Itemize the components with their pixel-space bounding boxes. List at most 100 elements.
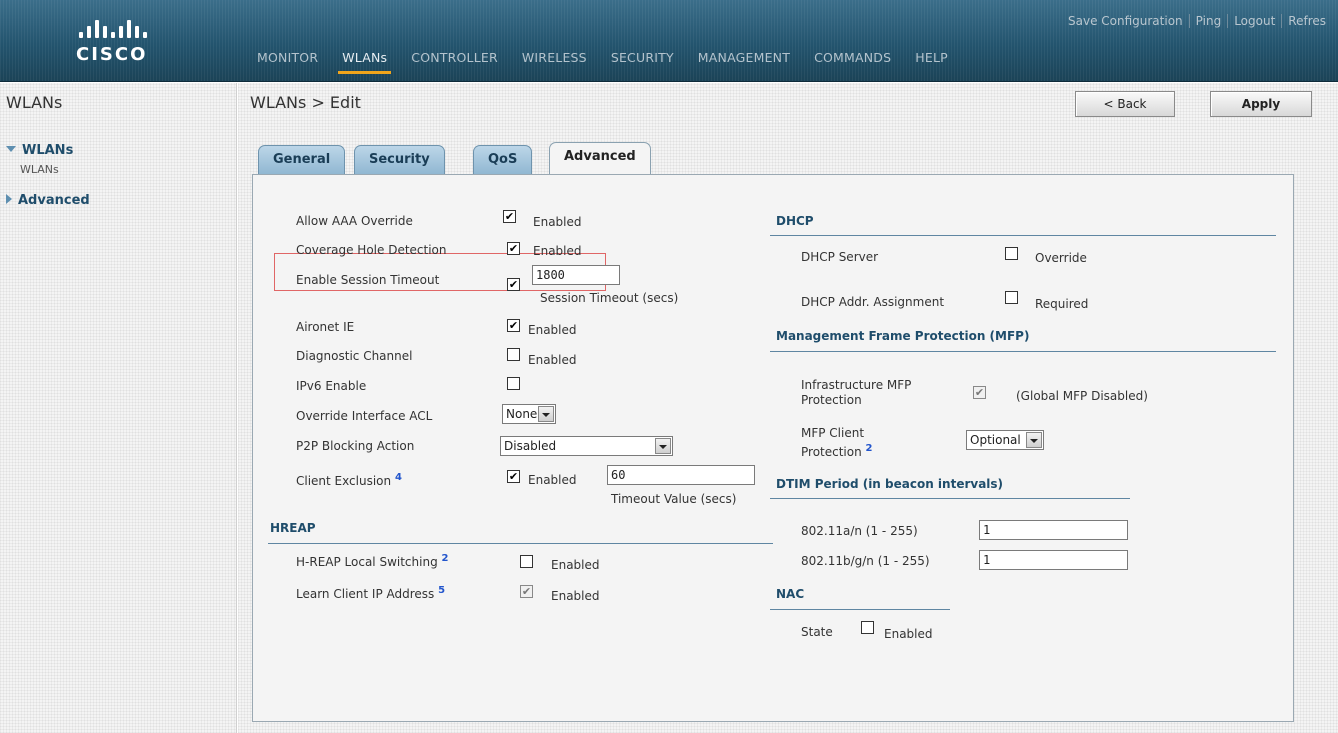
top-header: CISCO Save Configuration Ping Logout Ref… [0,0,1338,82]
mfp-client-label: MFP Client Protection 2 [801,426,873,460]
top-links: Save Configuration Ping Logout Refres [1062,14,1332,28]
client-exclusion-checkbox[interactable]: ✔ [507,470,520,483]
dhcp-addr-assignment-text: Required [1035,297,1089,311]
coverage-hole-label: Coverage Hole Detection [296,243,447,257]
session-timeout-input[interactable]: 1800 [532,265,620,285]
dtim-section-title: DTIM Period (in beacon intervals) [776,477,1004,491]
hreap-local-switching-checkbox[interactable] [520,555,533,568]
page-title: WLANs > Edit [250,93,361,112]
sidebar-group-wlans[interactable]: WLANs [6,143,73,158]
tab-security[interactable]: Security [354,145,445,175]
help-link[interactable]: 4 [395,472,402,483]
sidebar-group-label: WLANs [22,143,74,158]
allow-aaa-override-label: Allow AAA Override [296,214,413,228]
main-nav: MONITOR WLANs CONTROLLER WIRELESS SECURI… [245,46,960,74]
dhcp-server-checkbox[interactable] [1005,247,1018,260]
dhcp-addr-assignment-label: DHCP Addr. Assignment [801,295,945,309]
main-content: WLANs > Edit < Back Apply General Securi… [238,83,1338,733]
override-acl-select[interactable]: None [502,404,556,424]
apply-button[interactable]: Apply [1210,91,1312,117]
nac-section-title: NAC [776,587,805,601]
hreap-local-switching-label-text: H-REAP Local Switching [296,555,438,569]
dhcp-rule [770,235,1276,236]
nac-rule [770,609,950,610]
sidebar-group-advanced[interactable]: Advanced [6,193,90,208]
infra-mfp-checkbox: ✔ [973,386,986,399]
save-configuration-link[interactable]: Save Configuration [1062,14,1189,28]
dhcp-server-text: Override [1035,251,1087,265]
collapsed-triangle-icon [6,194,12,204]
tab-advanced[interactable]: Advanced [549,142,651,175]
override-acl-label: Override Interface ACL [296,409,433,423]
hreap-rule [268,543,773,544]
p2p-blocking-value: Disabled [504,439,557,453]
aironet-ie-label: Aironet IE [296,320,355,334]
diagnostic-channel-label: Diagnostic Channel [296,349,413,363]
logo-text: CISCO [76,44,148,65]
sidebar-item-wlans[interactable]: WLANs [20,163,59,176]
nav-help[interactable]: HELP [903,46,960,74]
nav-controller[interactable]: CONTROLLER [399,46,510,74]
mfp-rule [770,351,1276,352]
aironet-ie-checkbox[interactable]: ✔ [507,319,520,332]
nac-state-label: State [801,625,833,639]
mfp-client-value: Optional [970,433,1021,447]
infra-mfp-label-line2: Protection [801,393,862,407]
ipv6-enable-checkbox[interactable] [507,377,520,390]
coverage-hole-checkbox[interactable]: ✔ [507,242,520,255]
mfp-client-label-line1: MFP Client [801,426,865,440]
coverage-hole-text: Enabled [533,244,582,258]
hreap-local-switching-text: Enabled [551,558,600,572]
nav-wireless[interactable]: WIRELESS [510,46,599,74]
expanded-triangle-icon [6,146,16,152]
p2p-blocking-select[interactable]: Disabled [500,436,673,456]
infra-mfp-note: (Global MFP Disabled) [1016,389,1148,403]
nav-management[interactable]: MANAGEMENT [686,46,802,74]
learn-client-ip-label: Learn Client IP Address 5 [296,585,445,601]
session-timeout-checkbox[interactable]: ✔ [507,278,520,291]
allow-aaa-override-checkbox[interactable]: ✔ [503,210,516,223]
dtim-a-input[interactable]: 1 [979,520,1128,540]
hreap-local-switching-label: H-REAP Local Switching 2 [296,553,448,569]
logout-link[interactable]: Logout [1227,14,1281,28]
nav-monitor[interactable]: MONITOR [245,46,330,74]
refresh-link[interactable]: Refres [1281,14,1332,28]
p2p-blocking-label: P2P Blocking Action [296,439,415,453]
client-exclusion-label: Client Exclusion 4 [296,472,402,488]
sidebar-group-label: Advanced [18,193,90,208]
nav-wlans[interactable]: WLANs [330,46,399,74]
aironet-ie-text: Enabled [528,323,577,337]
learn-client-ip-label-text: Learn Client IP Address [296,587,435,601]
allow-aaa-override-text: Enabled [533,215,582,229]
mfp-client-select[interactable]: Optional [966,430,1044,450]
dtim-b-input[interactable]: 1 [979,550,1128,570]
client-exclusion-label-text: Client Exclusion [296,474,392,488]
nav-security[interactable]: SECURITY [599,46,686,74]
ping-link[interactable]: Ping [1188,14,1228,28]
dropdown-arrow-icon [1026,432,1042,448]
tab-general[interactable]: General [258,145,346,175]
dropdown-arrow-icon [655,438,671,454]
help-link[interactable]: 2 [442,553,449,564]
dtim-a-label: 802.11a/n (1 - 255) [801,524,918,538]
help-link[interactable]: 2 [866,443,873,454]
client-exclusion-caption: Timeout Value (secs) [611,492,737,506]
nac-state-text: Enabled [884,627,933,641]
client-exclusion-text: Enabled [528,473,577,487]
infra-mfp-label-line1: Infrastructure MFP [801,378,912,392]
learn-client-ip-text: Enabled [551,589,600,603]
diagnostic-channel-text: Enabled [528,353,577,367]
client-exclusion-timeout-input[interactable]: 60 [607,465,755,485]
cisco-logo: CISCO [76,18,166,65]
session-timeout-caption: Session Timeout (secs) [540,291,679,305]
back-button[interactable]: < Back [1075,91,1175,117]
nac-state-checkbox[interactable] [861,621,874,634]
infra-mfp-label: Infrastructure MFP Protection [801,378,911,408]
dhcp-addr-assignment-checkbox[interactable] [1005,291,1018,304]
hreap-section-title: HREAP [270,521,316,535]
help-link[interactable]: 5 [438,585,445,596]
nav-commands[interactable]: COMMANDS [802,46,903,74]
tab-qos[interactable]: QoS [473,145,533,175]
diagnostic-channel-checkbox[interactable] [507,348,520,361]
dhcp-section-title: DHCP [776,214,814,228]
